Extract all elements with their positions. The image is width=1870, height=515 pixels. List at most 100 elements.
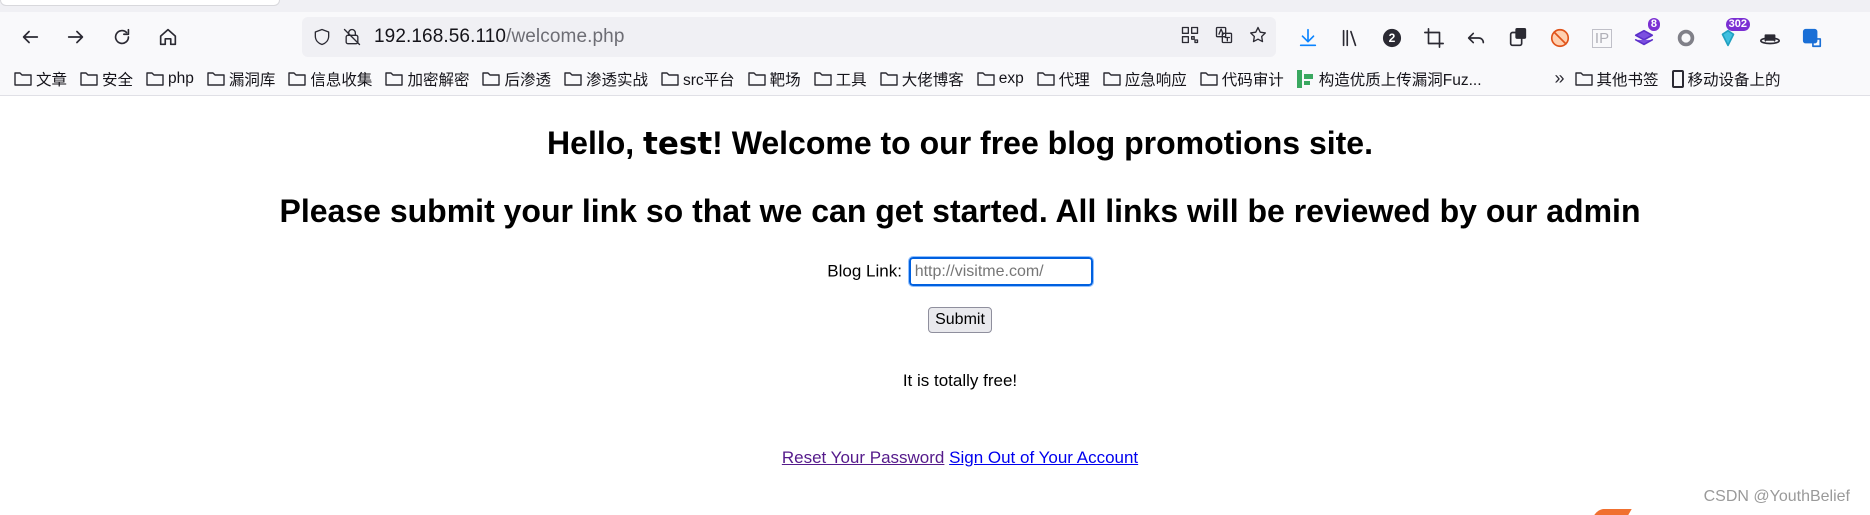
- bookmark-label: 大佬博客: [901, 71, 964, 89]
- download-icon: [1299, 28, 1317, 47]
- bookmark-label: 工具: [835, 71, 867, 89]
- bookmark-folder[interactable]: 代码审计: [1200, 68, 1284, 90]
- forward-button[interactable]: [57, 18, 95, 56]
- bookmark-label: 文章: [36, 71, 68, 89]
- undo-button[interactable]: [1458, 25, 1494, 51]
- extension-puzzle-icon: [1509, 28, 1527, 47]
- account-links: Reset Your Password Sign Out of Your Acc…: [0, 448, 1870, 468]
- bookmark-folder[interactable]: 靶场: [747, 68, 801, 90]
- chevron-double-right-icon[interactable]: »: [1555, 68, 1565, 89]
- blocked-icon: [1550, 28, 1570, 48]
- instructions-heading: Please submit your link so that we can g…: [279, 193, 1641, 229]
- bookmark-label: 后渗透: [504, 71, 551, 89]
- shield-icon[interactable]: [312, 27, 332, 47]
- star-bookmark-icon[interactable]: [1248, 25, 1268, 45]
- bookmark-label: 加密解密: [407, 71, 470, 89]
- extension-purple[interactable]: 8: [1626, 18, 1662, 51]
- insecure-lock-icon[interactable]: [342, 27, 362, 47]
- folder-icon: [1574, 71, 1593, 86]
- extension-ip[interactable]: IP: [1584, 25, 1620, 51]
- active-tab[interactable]: [0, 0, 280, 6]
- bookmark-label: 代码审计: [1221, 71, 1284, 89]
- bookmark-folder[interactable]: 文章: [14, 68, 67, 90]
- arrow-right-icon: [67, 30, 84, 44]
- bookmark-label: 安全: [102, 71, 134, 89]
- extension-302[interactable]: 302: [1710, 18, 1750, 51]
- crop-icon: [1424, 28, 1444, 48]
- bookmark-label: src平台: [682, 71, 735, 89]
- bookmark-label: 应急响应: [1124, 71, 1187, 89]
- bookmark-folder[interactable]: 应急响应: [1103, 68, 1187, 90]
- folder-icon: [977, 71, 995, 86]
- library-button[interactable]: [1332, 25, 1368, 51]
- folder-icon: [80, 71, 98, 86]
- bookmark-label: 信息收集: [310, 71, 373, 89]
- address-bar[interactable]: 192.168.56.110/welcome.php: [302, 17, 1276, 57]
- bookmark-folder[interactable]: 漏洞库: [207, 68, 276, 90]
- navigation-bar: 192.168.56.110/welcome.php 2 IP 8 302: [0, 12, 1870, 62]
- url-text[interactable]: 192.168.56.110/welcome.php: [374, 26, 625, 48]
- username: test: [643, 126, 713, 162]
- watermark: CSDN @YouthBelief: [1703, 488, 1850, 505]
- blog-link-input[interactable]: [907, 256, 1094, 287]
- bookmark-folder[interactable]: 安全: [80, 68, 133, 90]
- folder-icon: [288, 71, 307, 86]
- annotation-arrow: [1594, 509, 1632, 515]
- folder-icon: [661, 71, 679, 86]
- tab-strip: [0, 0, 1870, 12]
- folder-icon: [14, 71, 32, 86]
- bookmark-folder[interactable]: php: [146, 70, 194, 88]
- extension-hat[interactable]: [1752, 25, 1788, 51]
- reload-icon: [114, 28, 130, 45]
- bookmark-upload-fuzz[interactable]: 构造优质上传漏洞Fuz...: [1296, 68, 1482, 90]
- other-bookmarks[interactable]: 其他书签: [1574, 68, 1659, 90]
- ring-icon: [1677, 29, 1695, 47]
- phone-icon: [1671, 69, 1684, 88]
- toolbar-extensions: 2 IP 8 302: [1290, 18, 1836, 51]
- folder-icon: [146, 71, 164, 86]
- bookmark-folder[interactable]: exp: [977, 70, 1024, 88]
- bookmark-label: 其他书签: [1596, 71, 1659, 89]
- blog-link-label: Blog Link:: [827, 261, 902, 281]
- folder-icon: [747, 71, 766, 86]
- extension-translate[interactable]: [1794, 25, 1830, 51]
- folder-icon: [813, 71, 832, 86]
- sign-out-link[interactable]: Sign Out of Your Account: [949, 448, 1138, 467]
- library-icon: [1342, 29, 1357, 47]
- bookmark-label: php: [168, 69, 194, 87]
- extension-tampermonkey[interactable]: [1500, 25, 1536, 51]
- hat-icon: [1760, 34, 1780, 45]
- extension-blocker[interactable]: [1542, 25, 1578, 51]
- qr-code-icon[interactable]: [1180, 25, 1200, 45]
- blog-link-form: Blog Link:: [0, 256, 1870, 287]
- bookmark-folder[interactable]: 大佬博客: [879, 68, 964, 90]
- bookmark-folder[interactable]: 加密解密: [385, 68, 469, 90]
- welcome-heading: Hello, test! Welcome to our free blog pr…: [0, 125, 1870, 162]
- bookmark-folder[interactable]: src平台: [661, 68, 735, 90]
- bookmark-folder[interactable]: 信息收集: [288, 68, 372, 90]
- bookmark-folder[interactable]: 代理: [1037, 68, 1090, 90]
- submit-button[interactable]: Submit: [928, 307, 992, 333]
- folder-icon: [482, 71, 501, 86]
- home-button[interactable]: [149, 18, 187, 56]
- mobile-bookmarks[interactable]: 移动设备上的: [1671, 68, 1781, 90]
- bookmark-folder[interactable]: 工具: [813, 68, 867, 90]
- bookmark-folder[interactable]: 后渗透: [482, 68, 551, 90]
- folder-icon: [879, 71, 898, 86]
- notifications-extension[interactable]: 2: [1374, 25, 1410, 51]
- bookmark-folder[interactable]: 渗透实战: [564, 68, 648, 90]
- translate-icon[interactable]: [1214, 25, 1234, 45]
- reload-button[interactable]: [103, 18, 141, 56]
- free-notice: It is totally free!: [902, 371, 1018, 390]
- downloads-button[interactable]: [1290, 25, 1326, 51]
- bookmark-label: 移动设备上的: [1687, 71, 1781, 89]
- translate-extension-icon: [1802, 28, 1822, 48]
- folder-icon: [1037, 71, 1055, 86]
- screenshot-button[interactable]: [1416, 25, 1452, 51]
- extension-circle[interactable]: [1668, 25, 1704, 51]
- bookmark-label: 漏洞库: [228, 71, 276, 89]
- ip-icon: IP: [1591, 28, 1613, 48]
- back-button[interactable]: [11, 18, 49, 56]
- bookmark-label: 靶场: [769, 71, 801, 89]
- reset-password-link[interactable]: Reset Your Password: [782, 448, 945, 467]
